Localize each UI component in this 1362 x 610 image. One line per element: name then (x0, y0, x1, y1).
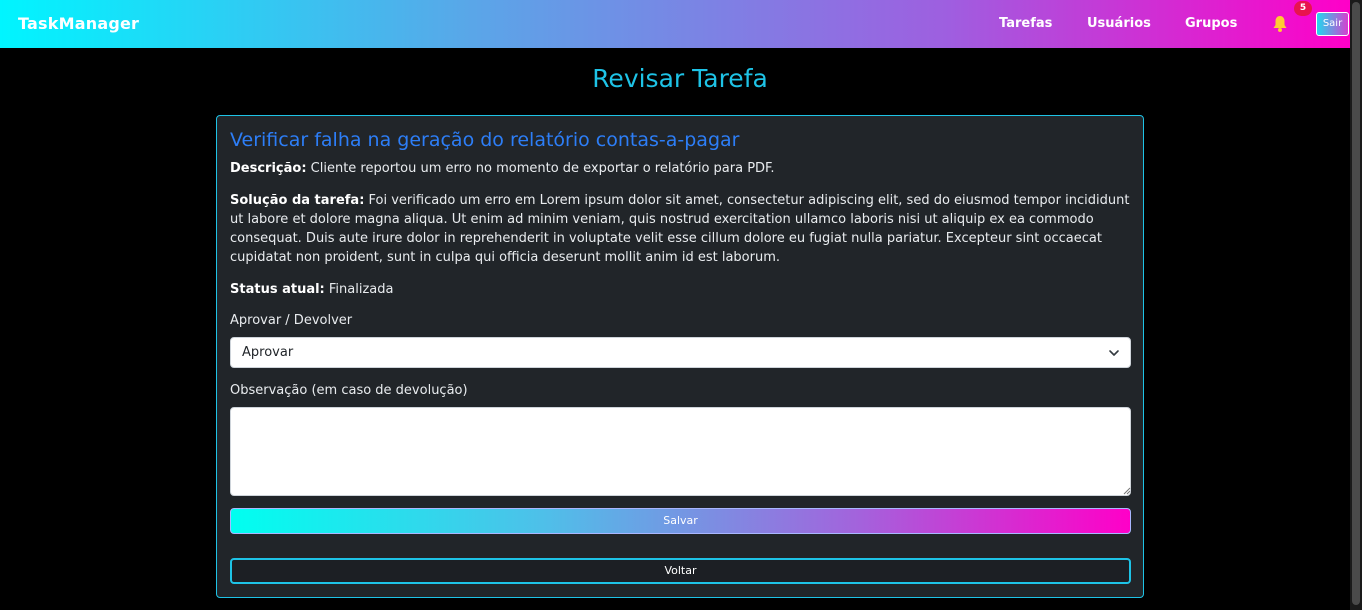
page-title: Revisar Tarefa (592, 64, 768, 93)
logout-button[interactable]: Sair (1316, 12, 1349, 36)
notification-count-badge: 5 (1294, 1, 1312, 16)
task-title: Verificar falha na geração do relatório … (230, 129, 740, 151)
back-button[interactable]: Voltar (230, 558, 1131, 584)
solution-text: Foi verificado um erro em Lorem ipsum do… (230, 193, 1130, 265)
save-button[interactable]: Salvar (230, 508, 1131, 534)
task-description: Descrição: Cliente reportou um erro no m… (230, 159, 1130, 178)
top-navbar: TaskManager Tarefas Usuários Grupos 5 Sa… (0, 0, 1350, 48)
description-text: Cliente reportou um erro no momento de e… (306, 161, 775, 176)
solution-label: Solução da tarefa: (230, 193, 365, 208)
brand-logo[interactable]: TaskManager (18, 14, 139, 33)
bell-icon[interactable] (1272, 15, 1288, 33)
observation-label: Observação (em caso de devolução) (230, 383, 468, 398)
decision-label: Aprovar / Devolver (230, 313, 353, 328)
decision-select[interactable]: Aprovar (230, 337, 1131, 368)
observation-textarea[interactable] (230, 407, 1131, 496)
task-solution: Solução da tarefa: Foi verificado um err… (230, 191, 1130, 267)
resize-handle-icon[interactable] (1121, 485, 1131, 495)
nav-link-grupos[interactable]: Grupos (1185, 16, 1237, 31)
nav-link-tarefas[interactable]: Tarefas (999, 16, 1052, 31)
chevron-down-icon (1109, 350, 1119, 356)
decision-selected-value: Aprovar (242, 345, 294, 360)
status-value: Finalizada (324, 282, 394, 297)
nav-link-usuarios[interactable]: Usuários (1087, 16, 1151, 31)
task-review-card: Verificar falha na geração do relatório … (216, 115, 1144, 598)
task-status: Status atual: Finalizada (230, 280, 1130, 299)
description-label: Descrição: (230, 161, 307, 176)
status-label: Status atual: (230, 282, 325, 297)
